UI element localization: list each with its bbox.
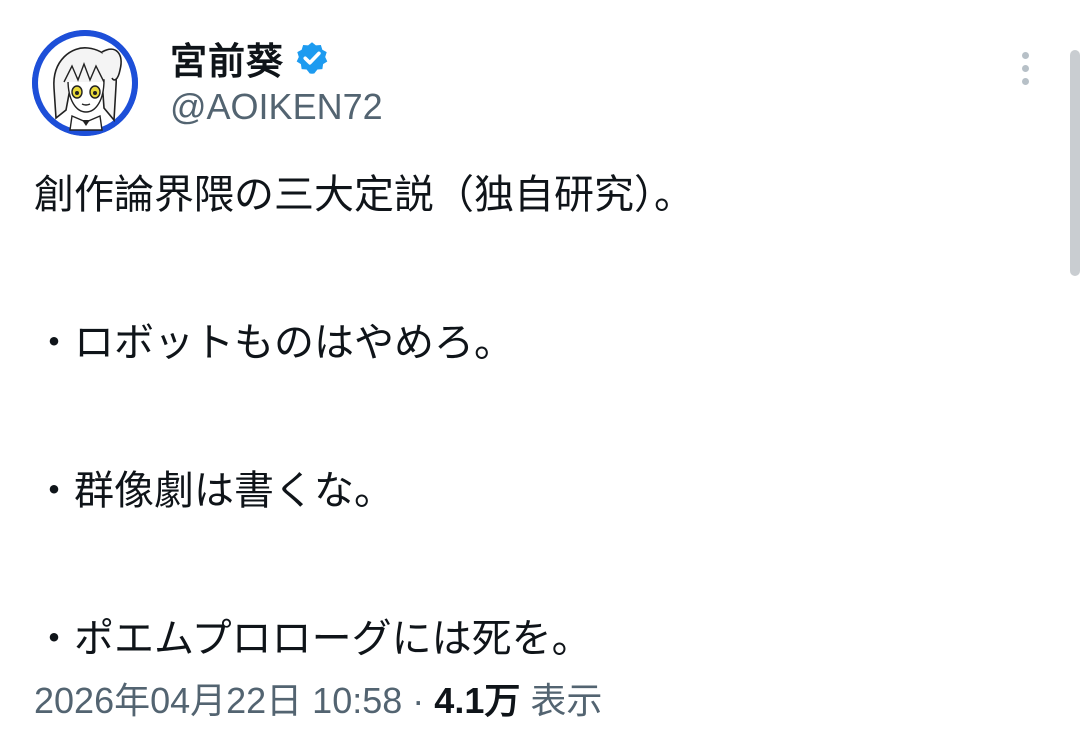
tweet-line: ・ポエムプロローグには死を。 (34, 616, 592, 662)
tweet-text: 創作論界隈の三大定説（独自研究）。 ・ロボットものはやめろ。 ・群像劇は書くな。… (34, 158, 1034, 676)
avatar[interactable] (32, 30, 138, 136)
tweet-line: ・ロボットものはやめろ。 (34, 320, 514, 366)
avatar-illustration (32, 30, 138, 136)
tweet-blank-line (34, 528, 1034, 602)
meta-separator: · (412, 680, 425, 721)
tweet-blank-line (34, 380, 1034, 454)
more-options-button[interactable] (1010, 52, 1040, 92)
author-display-name[interactable]: 宮前葵 (170, 31, 284, 85)
author-handle[interactable]: @AOIKEN72 (170, 86, 383, 128)
views-count[interactable]: 4.1万 (434, 680, 520, 721)
tweet-line: ・群像劇は書くな。 (34, 468, 394, 514)
tweet-meta: 2026年04月22日 10:58 · 4.1万 表示 (34, 672, 602, 724)
tweet-line: 創作論界隈の三大定説（独自研究）。 (34, 172, 694, 218)
verified-badge-icon (296, 42, 328, 74)
author-name-row[interactable]: 宮前葵 (170, 31, 330, 85)
scrollbar-thumb[interactable] (1070, 50, 1080, 276)
views-label: 表示 (530, 680, 603, 721)
more-vertical-icon (1021, 52, 1029, 59)
tweet-timestamp[interactable]: 2026年04月22日 10:58 (34, 680, 402, 721)
tweet-blank-line (34, 232, 1034, 306)
